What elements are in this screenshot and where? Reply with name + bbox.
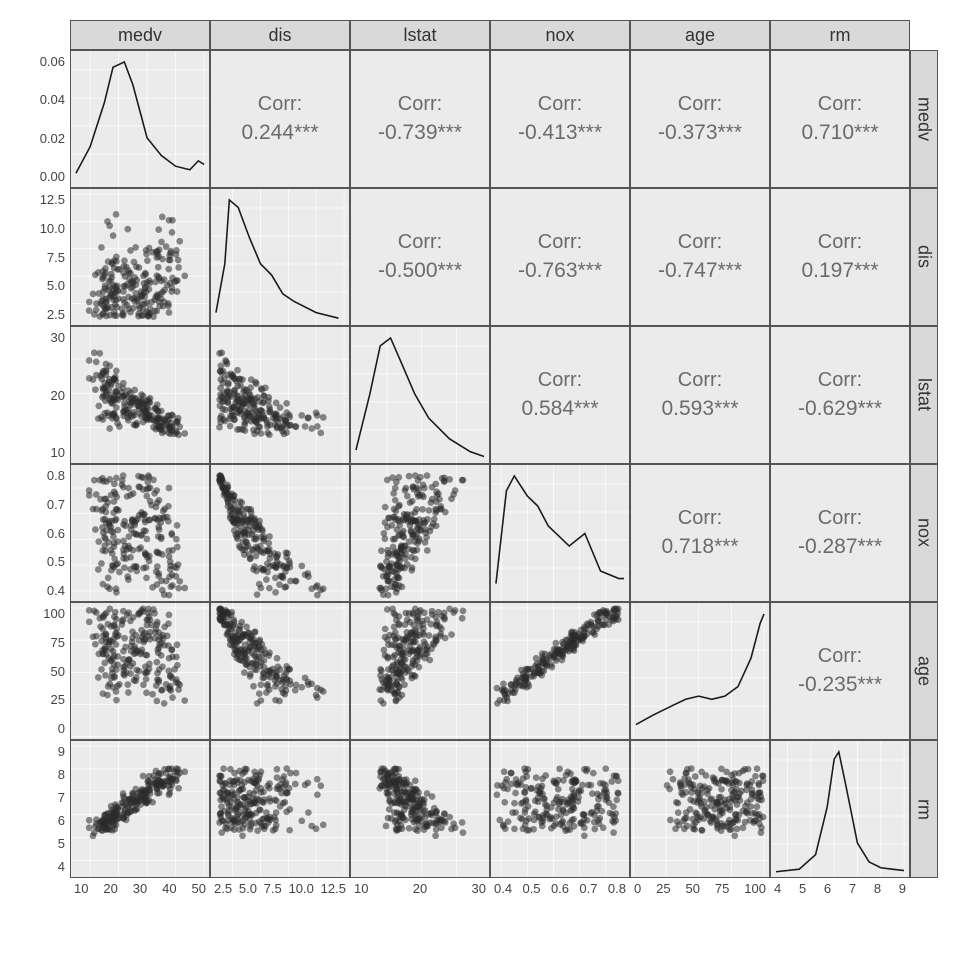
scatter-dis-vs-rm (210, 740, 350, 878)
corr-value: -0.287*** (798, 532, 882, 561)
corr-value: -0.235*** (798, 670, 882, 699)
scatter-nox-vs-rm (490, 740, 630, 878)
density-nox (490, 464, 630, 602)
corr-label: Corr: (818, 366, 862, 394)
scatter-nox-vs-age (490, 602, 630, 740)
density-lstat (350, 326, 490, 464)
corr-label: Corr: (678, 504, 722, 532)
corr-label: Corr: (398, 228, 442, 256)
corr-value: -0.413*** (518, 118, 602, 147)
scatter-medv-vs-lstat (70, 326, 210, 464)
col-header-age: age (630, 20, 770, 50)
x-axis-nox: 0.40.50.60.70.8 (494, 878, 626, 896)
scatter-medv-vs-age (70, 602, 210, 740)
y-axis-medv: 0.060.040.020.00 (20, 54, 68, 184)
corr-value: -0.763*** (518, 256, 602, 285)
corr-dis-age: Corr:-0.747*** (630, 188, 770, 326)
scatter-dis-vs-age (210, 602, 350, 740)
corr-label: Corr: (258, 90, 302, 118)
col-header-lstat: lstat (350, 20, 490, 50)
scatter-dis-vs-nox (210, 464, 350, 602)
scatter-lstat-vs-nox (350, 464, 490, 602)
density-dis (210, 188, 350, 326)
corr-label: Corr: (538, 90, 582, 118)
corr-value: 0.593*** (661, 394, 738, 423)
density-age (630, 602, 770, 740)
x-axis-lstat: 102030 (354, 878, 486, 896)
corr-value: 0.244*** (241, 118, 318, 147)
corr-age-rm: Corr:-0.235*** (770, 602, 910, 740)
corr-lstat-nox: Corr:0.584*** (490, 326, 630, 464)
corr-label: Corr: (678, 228, 722, 256)
y-axis-dis: 12.510.07.55.02.5 (20, 192, 68, 322)
corr-label: Corr: (678, 90, 722, 118)
scatter-age-vs-rm (630, 740, 770, 878)
corr-value: -0.747*** (658, 256, 742, 285)
y-axis-age: 1007550250 (20, 606, 68, 736)
corr-label: Corr: (398, 90, 442, 118)
grid-container: medvdislstatnoxagermCorr:0.244***Corr:-0… (70, 20, 938, 878)
corr-dis-rm: Corr:0.197*** (770, 188, 910, 326)
row-header-dis: dis (910, 188, 938, 326)
corr-medv-dis: Corr:0.244*** (210, 50, 350, 188)
corr-lstat-rm: Corr:-0.629*** (770, 326, 910, 464)
x-axis-rm: 456789 (774, 878, 906, 896)
row-header-medv: medv (910, 50, 938, 188)
corr-label: Corr: (818, 504, 862, 532)
corr-medv-nox: Corr:-0.413*** (490, 50, 630, 188)
corr-label: Corr: (818, 228, 862, 256)
corr-medv-age: Corr:-0.373*** (630, 50, 770, 188)
pairs-matrix: medvdislstatnoxagermCorr:0.244***Corr:-0… (20, 20, 940, 920)
corr-label: Corr: (818, 90, 862, 118)
row-header-lstat: lstat (910, 326, 938, 464)
row-header-nox: nox (910, 464, 938, 602)
corr-lstat-age: Corr:0.593*** (630, 326, 770, 464)
corr-medv-rm: Corr:0.710*** (770, 50, 910, 188)
density-rm (770, 740, 910, 878)
row-header-age: age (910, 602, 938, 740)
scatter-medv-vs-rm (70, 740, 210, 878)
y-axis-nox: 0.80.70.60.50.4 (20, 468, 68, 598)
corr-value: 0.584*** (521, 394, 598, 423)
x-axis-medv: 1020304050 (74, 878, 206, 896)
corr-nox-age: Corr:0.718*** (630, 464, 770, 602)
corr-value: 0.710*** (801, 118, 878, 147)
corr-dis-nox: Corr:-0.763*** (490, 188, 630, 326)
corr-nox-rm: Corr:-0.287*** (770, 464, 910, 602)
scatter-dis-vs-lstat (210, 326, 350, 464)
y-axis-rm: 987654 (20, 744, 68, 874)
corr-value: 0.197*** (801, 256, 878, 285)
scatter-medv-vs-nox (70, 464, 210, 602)
corr-value: -0.739*** (378, 118, 462, 147)
row-header-rm: rm (910, 740, 938, 878)
scatter-medv-vs-dis (70, 188, 210, 326)
y-axis-lstat: 302010 (20, 330, 68, 460)
corr-value: -0.629*** (798, 394, 882, 423)
scatter-lstat-vs-age (350, 602, 490, 740)
col-header-medv: medv (70, 20, 210, 50)
corr-value: -0.373*** (658, 118, 742, 147)
corr-label: Corr: (538, 366, 582, 394)
density-medv (70, 50, 210, 188)
corr-label: Corr: (678, 366, 722, 394)
col-header-dis: dis (210, 20, 350, 50)
x-axis-dis: 2.55.07.510.012.5 (214, 878, 346, 896)
corr-label: Corr: (538, 228, 582, 256)
corr-value: -0.500*** (378, 256, 462, 285)
col-header-nox: nox (490, 20, 630, 50)
corr-value: 0.718*** (661, 532, 738, 561)
x-axis-age: 0255075100 (634, 878, 766, 896)
col-header-rm: rm (770, 20, 910, 50)
corr-medv-lstat: Corr:-0.739*** (350, 50, 490, 188)
corr-label: Corr: (818, 642, 862, 670)
corr-dis-lstat: Corr:-0.500*** (350, 188, 490, 326)
scatter-lstat-vs-rm (350, 740, 490, 878)
